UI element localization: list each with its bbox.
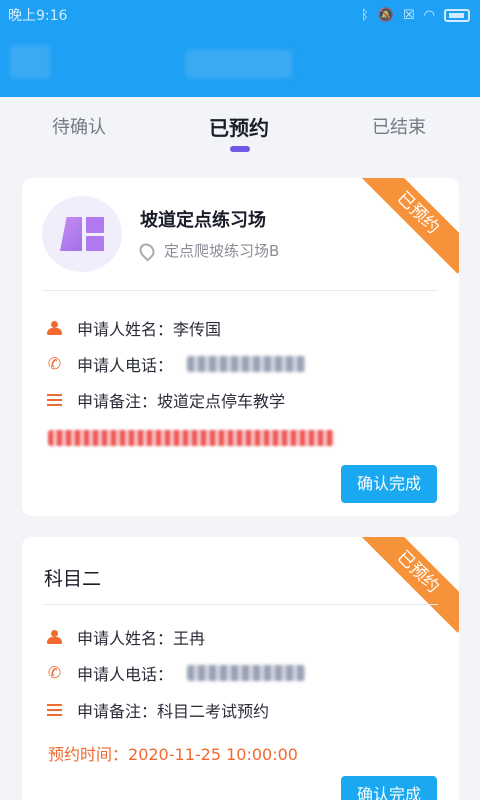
tab-indicator — [230, 146, 250, 152]
booking-time-label: 预约时间： — [48, 745, 129, 764]
venue-location: 定点爬坡练习场B — [136, 239, 280, 262]
location-pin-icon — [136, 239, 158, 262]
tab-booked[interactable]: 已预约 — [209, 112, 269, 141]
venue-sub-label: 定点爬坡练习场B — [164, 242, 280, 260]
page-title-blurred — [185, 50, 292, 78]
applicant-phone-redacted — [187, 356, 306, 372]
back-button-blurred[interactable] — [10, 45, 50, 79]
confirm-complete-button[interactable]: 确认完成 — [341, 465, 437, 503]
person-icon — [46, 629, 63, 646]
wifi-icon: ◠ — [423, 7, 435, 23]
divider — [42, 604, 438, 605]
status-icons: ᛒ 🔕 ☒ ◠ — [361, 8, 470, 23]
status-ribbon: 已预约 — [357, 537, 459, 633]
applicant-phone-label: 申请人电话： — [77, 356, 174, 375]
battery-icon — [444, 8, 470, 22]
applicant-name-value: 李传国 — [173, 320, 222, 339]
booking-card: 已预约 科目二 申请人姓名：王冉 ✆ 申请人电话： 申请备注：科目二考试预约 预… — [22, 537, 459, 800]
app-header: 晚上9:16 ᛒ 🔕 ☒ ◠ — [0, 0, 480, 97]
subject-title: 科目二 — [44, 568, 102, 590]
booking-card: 已预约 坡道定点练习场 定点爬坡练习场B 申请人姓名：李传国 ✆ 申请人电话： … — [22, 178, 459, 516]
applicant-note-label: 申请备注： — [77, 702, 158, 721]
status-bar: 晚上9:16 ᛒ 🔕 ☒ ◠ — [0, 0, 480, 30]
venue-logo — [42, 196, 122, 272]
note-icon — [46, 702, 63, 719]
status-time: 晚上9:16 — [8, 8, 68, 24]
sim-icon: ☒ — [403, 7, 415, 23]
tab-pending[interactable]: 待确认 — [52, 113, 106, 139]
applicant-name-row: 申请人姓名：李传国 — [46, 316, 221, 340]
applicant-note-value: 坡道定点停车教学 — [157, 392, 286, 411]
status-ribbon: 已预约 — [357, 178, 459, 274]
phone-icon: ✆ — [47, 354, 62, 373]
applicant-phone-row: ✆ 申请人电话： — [46, 352, 306, 376]
applicant-note-row: 申请备注：坡道定点停车教学 — [46, 388, 285, 412]
applicant-name-label: 申请人姓名： — [77, 629, 174, 648]
tab-finished[interactable]: 已结束 — [372, 113, 426, 139]
venue-logo-icon — [60, 217, 104, 251]
applicant-name-row: 申请人姓名：王冉 — [46, 625, 205, 649]
tab-bar: 待确认 已预约 已结束 — [0, 97, 480, 159]
booking-time: 预约时间：2020-11-25 10:00:00 — [48, 741, 298, 765]
phone-icon: ✆ — [47, 663, 62, 682]
mute-icon: 🔕 — [377, 7, 394, 23]
applicant-phone-row: ✆ 申请人电话： — [46, 661, 306, 685]
bluetooth-icon: ᛒ — [361, 7, 369, 23]
applicant-name-value: 王冉 — [173, 629, 206, 648]
applicant-phone-label: 申请人电话： — [77, 665, 174, 684]
applicant-note-value: 科目二考试预约 — [157, 702, 270, 721]
person-icon — [46, 320, 63, 337]
applicant-name-label: 申请人姓名： — [77, 320, 174, 339]
confirm-complete-button[interactable]: 确认完成 — [341, 776, 437, 800]
note-icon — [46, 392, 63, 409]
booking-time-redacted — [48, 430, 334, 446]
booking-time-value: 2020-11-25 10:00:00 — [128, 745, 298, 764]
applicant-phone-redacted — [187, 665, 306, 681]
venue-name: 坡道定点练习场 — [140, 210, 266, 231]
applicant-note-label: 申请备注： — [77, 392, 158, 411]
applicant-note-row: 申请备注：科目二考试预约 — [46, 698, 269, 722]
divider — [42, 290, 438, 291]
